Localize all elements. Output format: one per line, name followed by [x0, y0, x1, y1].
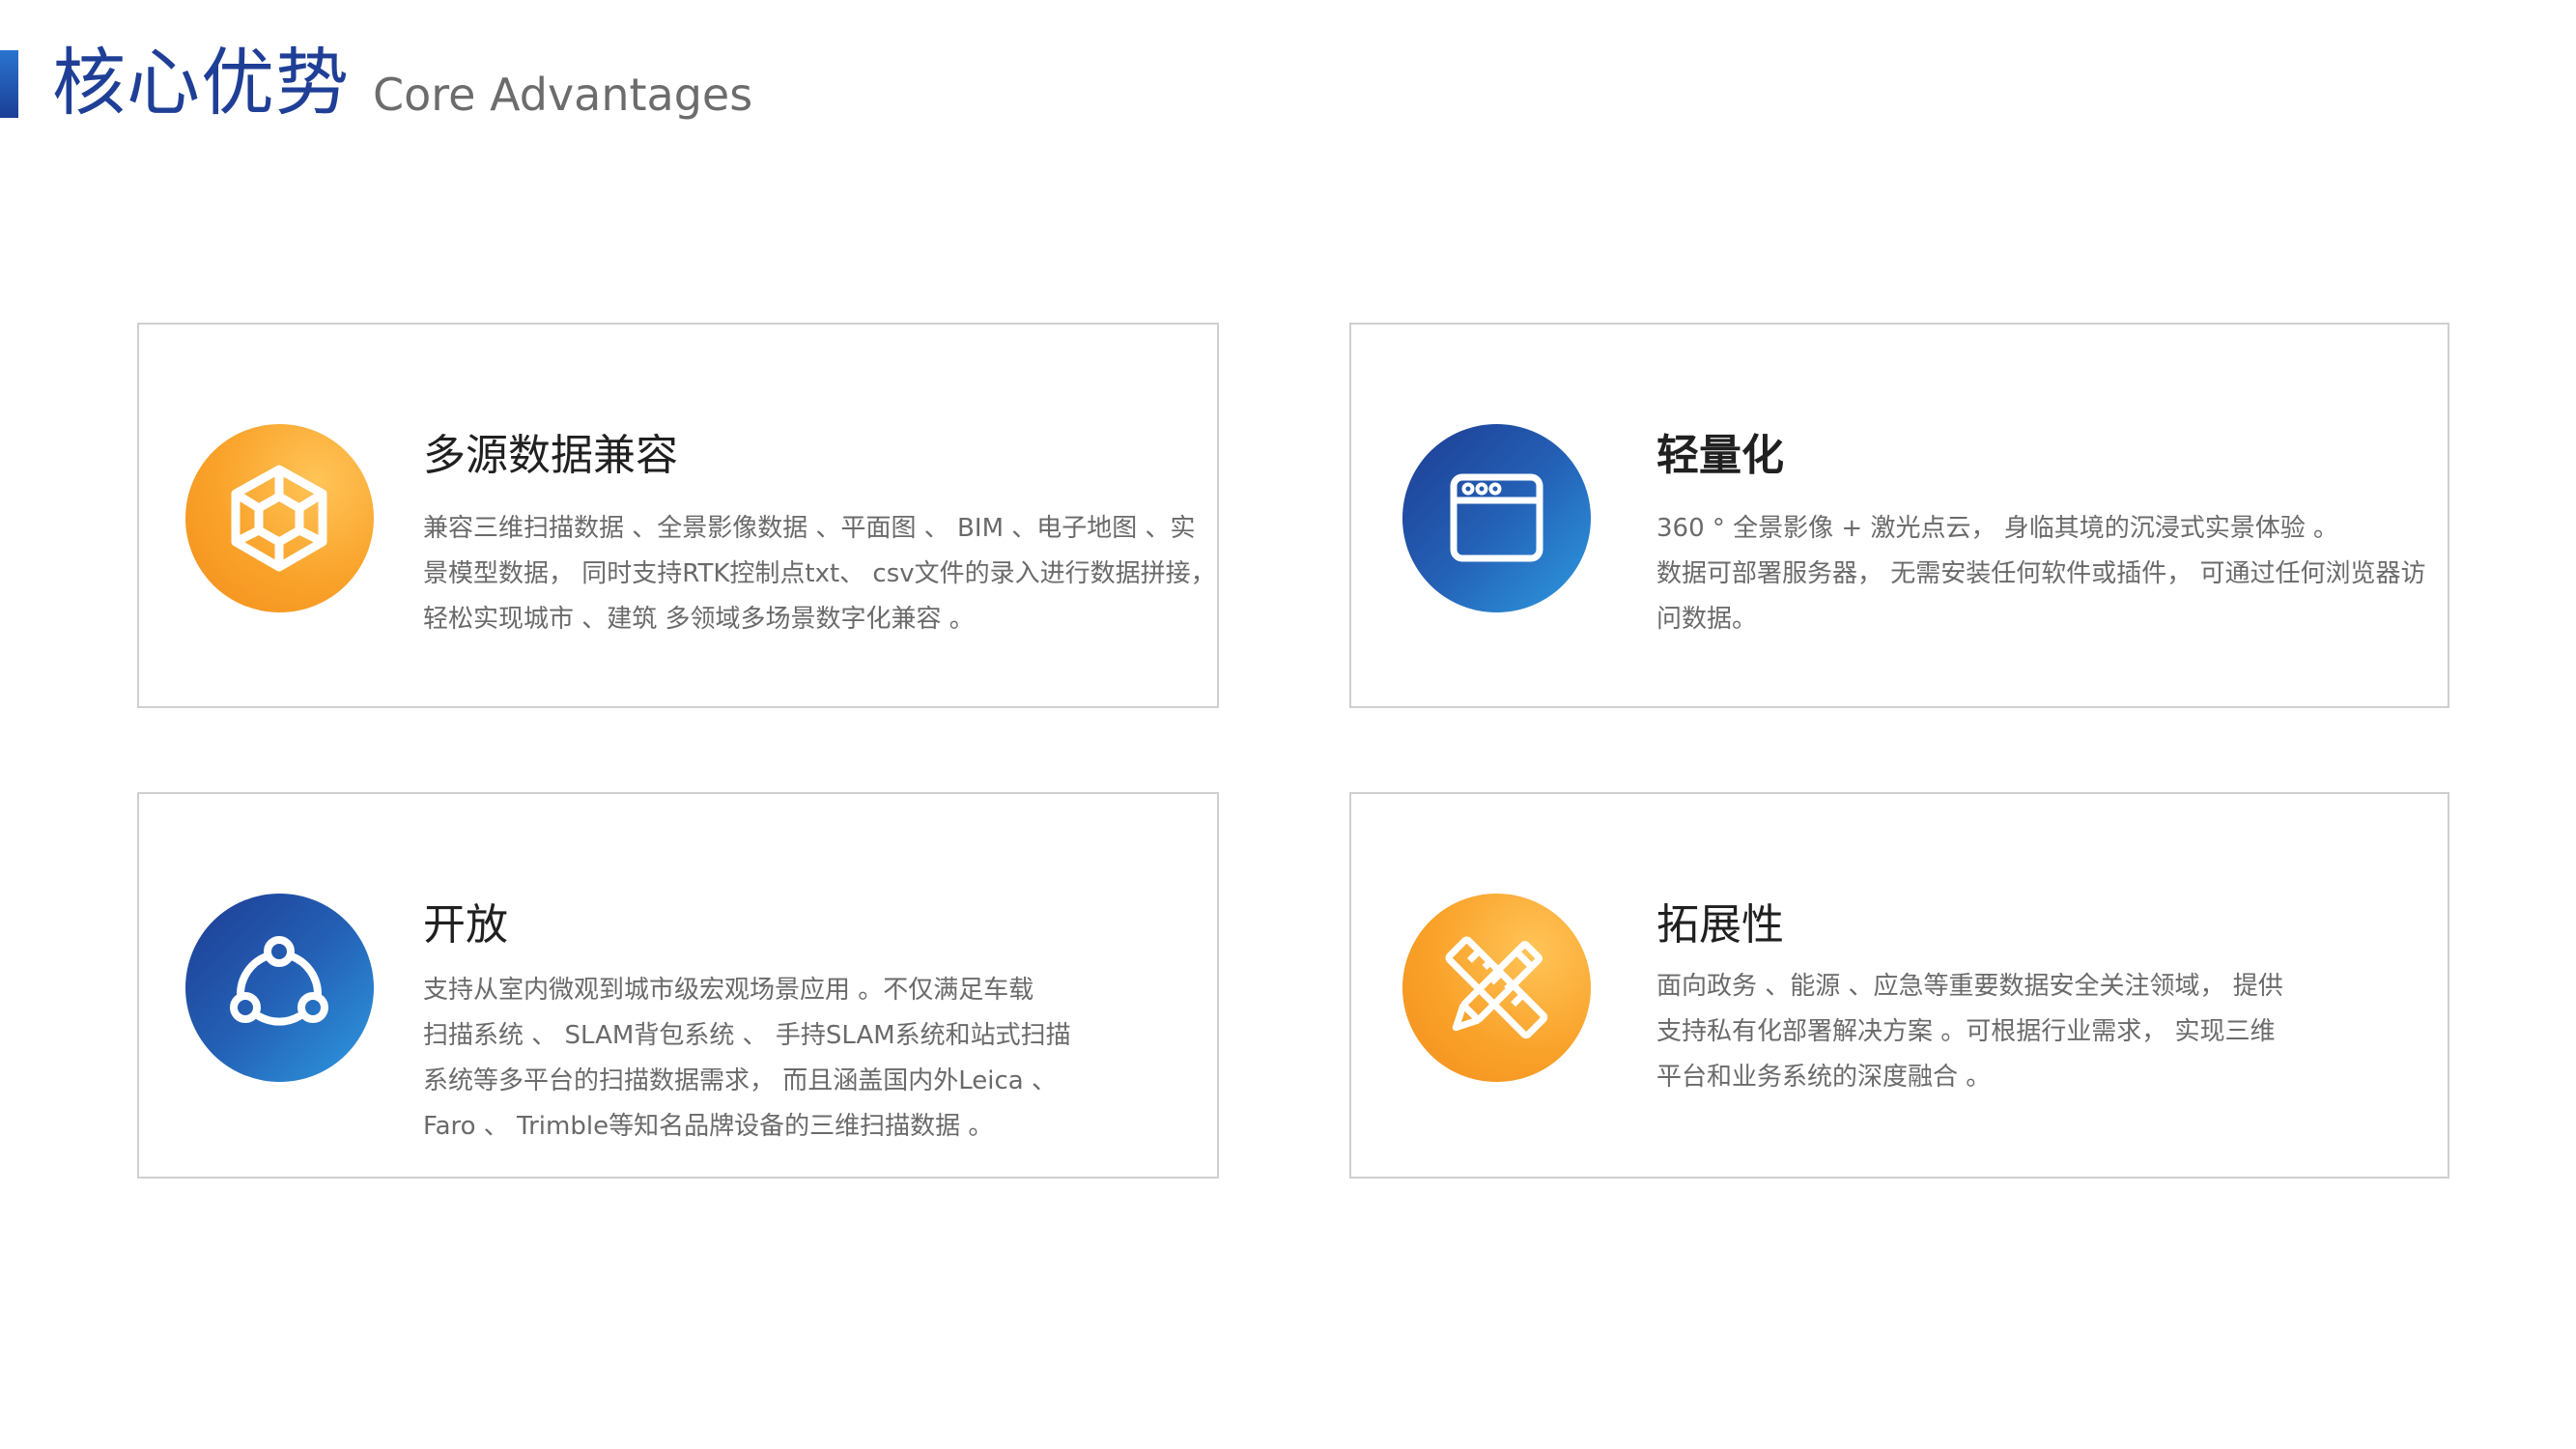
description-line: 支持私有化部署解决方案 。可根据行业需求， 实现三维 [1656, 1017, 2276, 1046]
share-nodes-icon [185, 894, 374, 1082]
description-line: 面向政务 、能源 、应急等重要数据安全关注领域， 提供 [1656, 972, 2283, 1001]
page-subtitle: Core Advantages [373, 69, 753, 121]
feature-card-lightweight: 轻量化 360 ° 全景影像 + 激光点云， 身临其境的沉浸式实景体验 。 数据… [1349, 323, 2449, 708]
description-line: 支持从室内微观到城市级宏观场景应用 。不仅满足车载 [423, 976, 1034, 1005]
browser-window-icon [1402, 424, 1591, 612]
description-line: 扫描系统 、 SLAM背包系统 、 手持SLAM系统和站式扫描 [423, 1021, 1071, 1050]
ruler-pencil-icon [1402, 894, 1591, 1082]
description-line: 数据可部署服务器， 无需安装任何软件或插件， 可通过任何浏览器访 [1656, 559, 2426, 588]
feature-card-data-compatibility: 多源数据兼容 兼容三维扫描数据 、全景影像数据 、平面图 、 BIM 、电子地图… [137, 323, 1219, 708]
feature-card-open: 开放 支持从室内微观到城市级宏观场景应用 。不仅满足车载 扫描系统 、 SLAM… [137, 792, 1219, 1179]
description-line: 平台和业务系统的深度融合 。 [1656, 1063, 1992, 1092]
card-title: 轻量化 [1656, 431, 1784, 480]
title-accent-bar [0, 50, 18, 118]
description-line: 360 ° 全景影像 + 激光点云， 身临其境的沉浸式实景体验 。 [1656, 514, 2338, 543]
description-line: Faro 、 Trimble等知名品牌设备的三维扫描数据 。 [423, 1112, 994, 1141]
card-description: 支持从室内微观到城市级宏观场景应用 。不仅满足车载 扫描系统 、 SLAM背包系… [423, 968, 1071, 1150]
description-line: 景模型数据， 同时支持RTK控制点txt、 csv文件的录入进行数据拼接， [423, 559, 1216, 588]
description-line: 系统等多平台的扫描数据需求， 而且涵盖国内外Leica 、 [423, 1066, 1058, 1095]
description-line: 兼容三维扫描数据 、全景影像数据 、平面图 、 BIM 、电子地图 、实 [423, 514, 1196, 543]
card-description: 面向政务 、能源 、应急等重要数据安全关注领域， 提供 支持私有化部署解决方案 … [1656, 964, 2283, 1100]
cube-icon [185, 424, 374, 612]
card-title: 拓展性 [1656, 900, 1784, 950]
card-title: 开放 [423, 900, 508, 950]
card-description: 兼容三维扫描数据 、全景影像数据 、平面图 、 BIM 、电子地图 、实 景模型… [423, 506, 1216, 642]
description-line: 问数据。 [1656, 605, 1758, 634]
feature-card-extensibility: 拓展性 面向政务 、能源 、应急等重要数据安全关注领域， 提供 支持私有化部署解… [1349, 792, 2449, 1179]
description-line: 轻松实现城市 、建筑 多领域多场景数字化兼容 。 [423, 605, 975, 634]
card-description: 360 ° 全景影像 + 激光点云， 身临其境的沉浸式实景体验 。 数据可部署服… [1656, 506, 2426, 642]
card-title: 多源数据兼容 [423, 431, 678, 480]
page-title: 核心优势 [52, 40, 350, 126]
